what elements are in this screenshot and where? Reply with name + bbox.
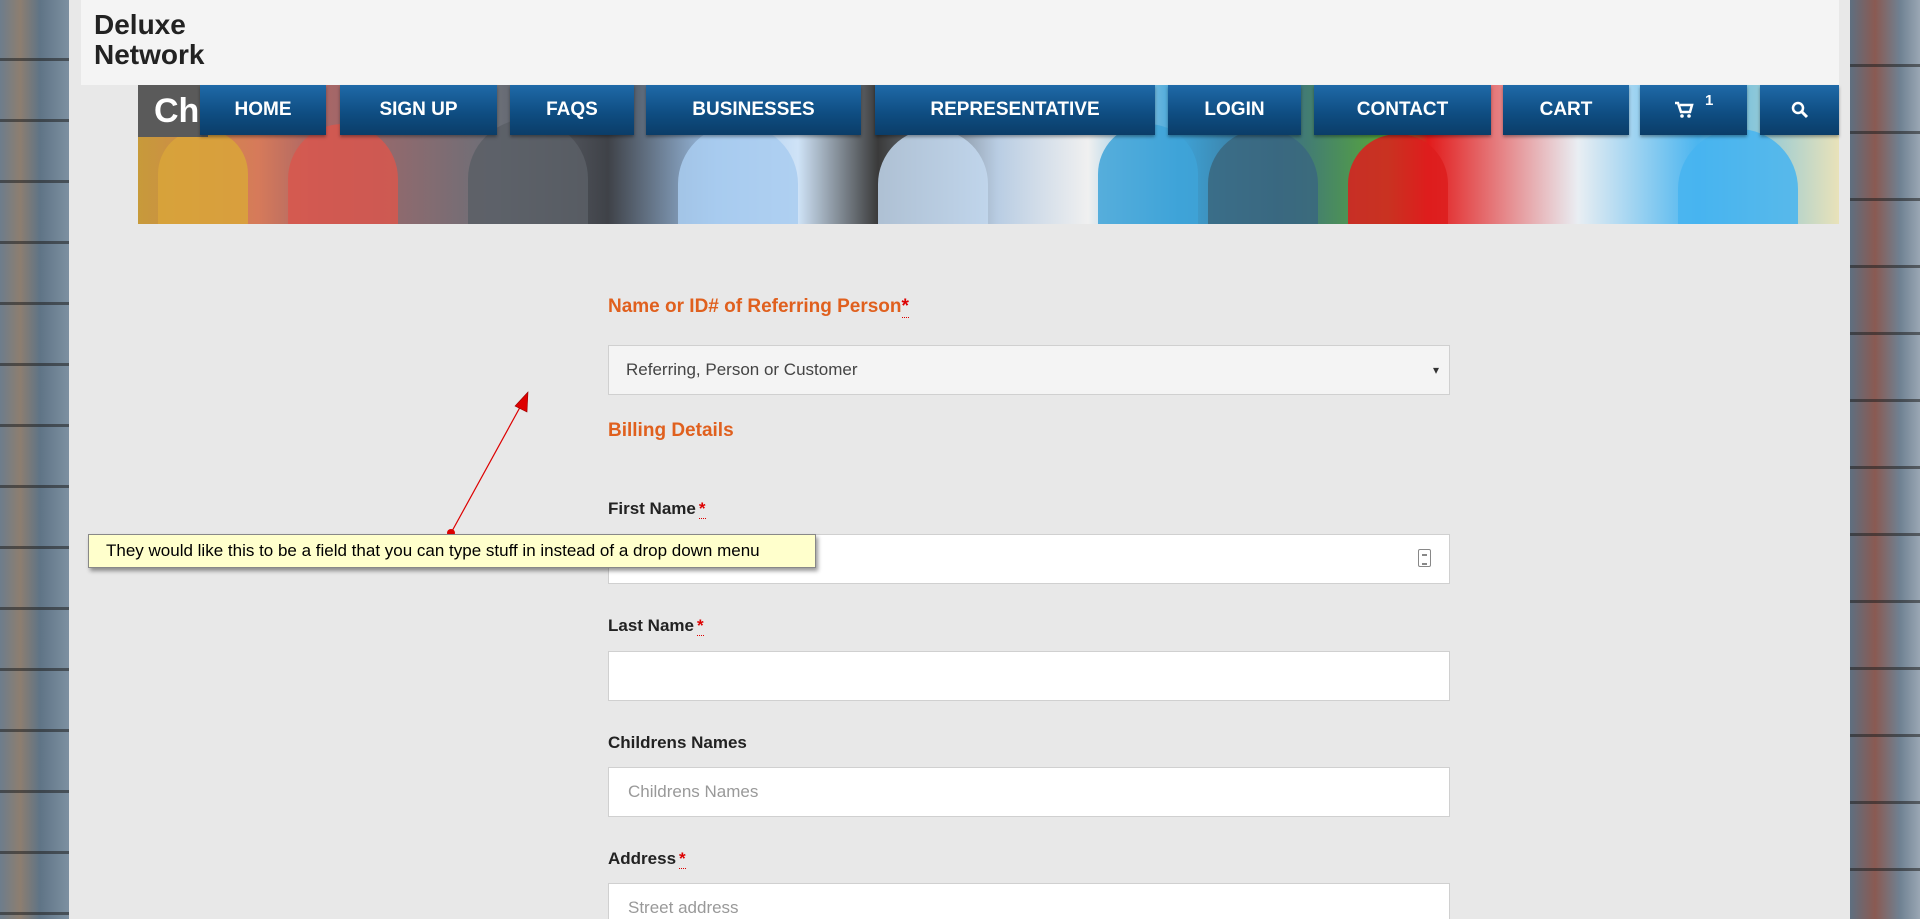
annotation-arrow [447,391,529,537]
annotation-note: They would like this to be a field that … [88,534,816,568]
